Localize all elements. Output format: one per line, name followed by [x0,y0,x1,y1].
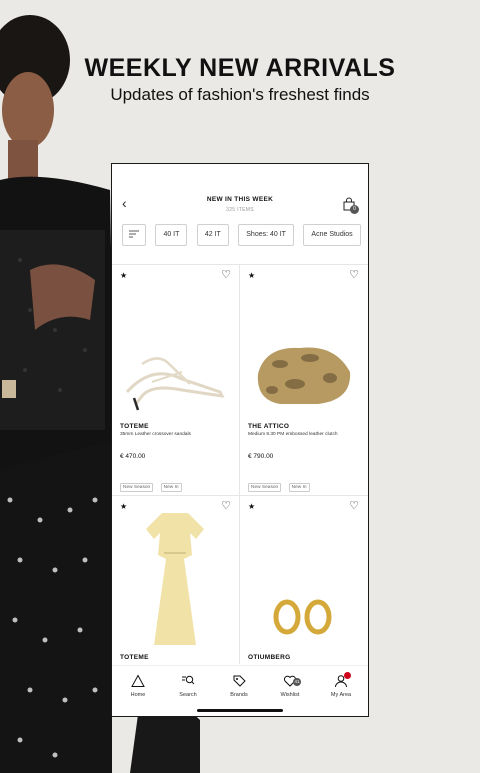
product-image-dress [146,513,204,645]
wishlist-count-badge: 41 [293,678,301,686]
item-count: 325 ITEMS [226,207,254,213]
bag-count-badge: 0 [350,205,359,214]
product-card[interactable]: ★ ♡ TOTEME 35mm Leather crossover sandal… [112,264,239,495]
product-brand: TOTEME [120,654,149,661]
product-image-clutch [257,347,351,404]
product-price: € 790.00 [248,453,274,460]
promo-headline: WEEKLY NEW ARRIVALS [84,54,396,82]
nav-my-area[interactable]: My Area [316,672,366,698]
top-bar: ‹ NEW IN THIS WEEK 325 ITEMS 0 [112,164,368,220]
filter-chip[interactable]: Acne Studios [303,224,361,246]
bottom-nav: Home Search Brands 41 Wishlist My Area [112,665,368,716]
nav-brands[interactable]: Brands [214,674,264,698]
filter-chip[interactable]: Shoes: 40 IT [238,224,294,246]
product-image-earrings [273,599,332,635]
product-price: € 470.00 [120,453,146,460]
page-title: NEW IN THIS WEEK [206,196,274,203]
filter-chip[interactable]: 42 IT [196,224,229,246]
nav-search[interactable]: Search [163,674,213,698]
product-brand: THE ATTICO [248,423,290,430]
heart-icon: 41 [283,674,301,688]
product-tag: New Season [120,483,154,492]
filter-chip[interactable]: 40 IT [155,224,188,246]
tag-icon [233,675,246,687]
product-tags: New Season New In [248,475,313,493]
product-card[interactable]: ★ ♡ THE ATTICO Medium 8.30 PM embossed l… [240,264,367,495]
product-image-sandal [125,357,225,411]
product-tag: New In [160,483,182,492]
wishlist-heart-icon[interactable]: ♡ [349,501,359,512]
product-description: Medium 8.30 PM embossed leather clutch [248,432,338,437]
product-tags: New Season New In [120,475,185,493]
product-brand: OTIUMBERG [248,654,291,661]
nav-wishlist[interactable]: 41 Wishlist [265,674,315,698]
product-brand: TOTEME [120,423,149,430]
sort-filter-button[interactable] [122,224,146,246]
person-icon [334,672,351,688]
nav-label: Brands [230,692,248,698]
filter-bar: 40 IT 42 IT Shoes: 40 IT Acne Studios [122,224,366,246]
search-icon [182,675,195,685]
wishlist-heart-icon[interactable]: ♡ [221,270,231,281]
nav-home[interactable]: Home [113,674,163,698]
star-icon: ★ [248,502,256,511]
nav-label: Search [179,692,197,698]
home-triangle-icon [131,674,145,687]
product-tag: New In [288,483,310,492]
nav-label: My Area [330,692,352,698]
star-icon: ★ [248,271,256,280]
product-card[interactable]: ★ ♡ TOTEME [112,495,239,665]
sort-icon [129,230,139,238]
product-tag: New Season [248,483,282,492]
star-icon: ★ [120,271,128,280]
product-description: 35mm Leather crossover sandals [120,432,191,437]
notification-dot [344,672,351,679]
nav-label: Wishlist [280,692,300,698]
home-indicator [197,709,283,712]
product-card[interactable]: ★ ♡ OTIUMBERG [240,495,367,665]
wishlist-heart-icon[interactable]: ♡ [349,270,359,281]
promo-subhead: Updates of fashion's freshest finds [110,85,370,104]
phone-screen: ‹ NEW IN THIS WEEK 325 ITEMS 0 40 IT 42 … [111,163,369,717]
nav-label: Home [130,692,146,698]
